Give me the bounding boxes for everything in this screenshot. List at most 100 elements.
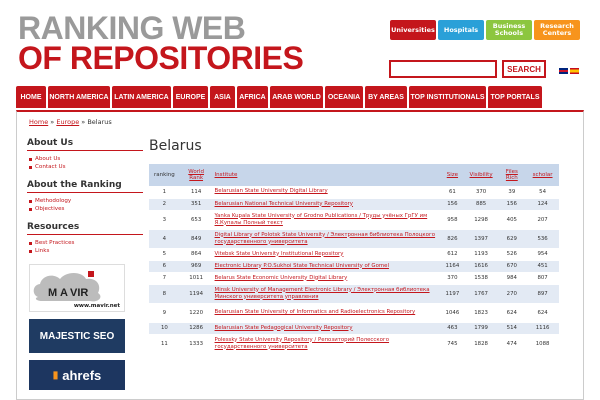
cell-visibility: 1799 xyxy=(464,322,498,335)
nav-europe[interactable]: EUROPE xyxy=(173,86,208,108)
institution-link[interactable]: Vitebsk State University Institutional R… xyxy=(212,248,441,261)
institution-link[interactable]: Yanka Kupala State University of Grodno … xyxy=(212,210,441,230)
nav-top-portals[interactable]: TOP PORTALS xyxy=(488,86,542,108)
institution-link[interactable]: Belarusian State University of Informati… xyxy=(212,303,441,323)
top-tabs: Universities Hospitals Business Schools … xyxy=(390,20,580,40)
nav-top-institutionals[interactable]: TOP INSTITUTIONALS xyxy=(409,86,486,108)
table-row: 7 1011 Belarus State Economic University D… xyxy=(149,272,559,285)
cell-files-rich: 629 xyxy=(497,229,527,249)
cell-world-rank: 351 xyxy=(179,198,213,211)
mavir-url: www.mavir.net xyxy=(73,303,120,309)
tab-research-centers[interactable]: Research Centers xyxy=(534,20,580,40)
nav-by-areas[interactable]: BY AREAS xyxy=(365,86,407,108)
col-institute[interactable]: Institute xyxy=(212,164,441,186)
cell-size: 1197 xyxy=(440,284,465,304)
cell-ranking: 1 xyxy=(149,186,180,199)
institution-link[interactable]: Belarus State Economic University Digita… xyxy=(212,272,441,285)
cell-world-rank: 1194 xyxy=(179,284,213,304)
table-row: 9 1220 Belarusian State University of Info… xyxy=(149,303,559,323)
cell-visibility: 1823 xyxy=(464,303,498,323)
cell-files-rich: 526 xyxy=(497,248,527,261)
col-files-rich-link[interactable]: Files Rich xyxy=(506,169,518,181)
institution-link[interactable]: Belarusian State Pedagogical University … xyxy=(212,322,441,335)
col-scholar[interactable]: scholar xyxy=(526,164,559,186)
nav-asia[interactable]: ASIA xyxy=(210,86,235,108)
majestic-seo-banner[interactable]: MAJESTIC SEO xyxy=(29,319,125,353)
col-ranking: ranking xyxy=(149,164,180,186)
col-scholar-link[interactable]: scholar xyxy=(533,172,553,178)
cell-size: 1046 xyxy=(440,303,465,323)
tab-universities[interactable]: Universities xyxy=(390,20,436,40)
nav-north-america[interactable]: NORTH AMERICA xyxy=(48,86,110,108)
search-button[interactable]: SEARCH xyxy=(502,60,546,78)
sidebar-link-contact-us[interactable]: Contact Us xyxy=(27,163,143,171)
institution-link[interactable]: Minsk University of Management Electroni… xyxy=(212,284,441,304)
cell-files-rich: 270 xyxy=(497,284,527,304)
institution-link[interactable]: Digital Library of Polotsk State Univers… xyxy=(212,229,441,249)
spanish-flag-icon[interactable] xyxy=(570,68,579,74)
cell-files-rich: 984 xyxy=(497,272,527,285)
institution-link[interactable]: Belarusian State University Digital Libr… xyxy=(212,186,441,199)
col-files-rich[interactable]: Files Rich xyxy=(497,164,527,186)
nav-oceania[interactable]: OCEANIA xyxy=(325,86,363,108)
cell-scholar: 1088 xyxy=(526,334,559,354)
table-row: 3 653 Yanka Kupala State University of Gro… xyxy=(149,210,559,230)
col-visibility[interactable]: Visibility xyxy=(464,164,498,186)
cell-visibility: 1616 xyxy=(464,260,498,273)
ranking-table: ranking World Rank Institute Size Visibi… xyxy=(149,164,559,354)
col-world-rank[interactable]: World Rank xyxy=(179,164,213,186)
search-input[interactable] xyxy=(389,60,497,78)
sidebar-link-best-practices[interactable]: Best Practices xyxy=(27,239,143,247)
sidebar-link-links[interactable]: Links xyxy=(27,247,143,255)
sidebar-link-objectives[interactable]: Objectives xyxy=(27,205,143,213)
nav-arab-world[interactable]: ARAB WORLD xyxy=(270,86,323,108)
table-row: 1 114 Belarusian State University Digital … xyxy=(149,186,559,199)
cell-visibility: 1828 xyxy=(464,334,498,354)
breadcrumb-home[interactable]: Home xyxy=(29,118,48,126)
cell-scholar: 897 xyxy=(526,284,559,304)
col-world-rank-link[interactable]: World Rank xyxy=(188,169,204,181)
cell-visibility: 1193 xyxy=(464,248,498,261)
col-visibility-link[interactable]: Visibility xyxy=(470,172,493,178)
table-row: 2 351 Belarusian National Technical Univer… xyxy=(149,198,559,211)
site-logo[interactable]: RANKING WEB OF REPOSITORIES xyxy=(18,12,304,74)
cell-ranking: 7 xyxy=(149,272,180,285)
main-content: Belarus ranking World Rank Institute Siz… xyxy=(149,138,563,354)
sidebar: About Us About Us Contact Us About the R… xyxy=(27,138,143,397)
cell-size: 156 xyxy=(440,198,465,211)
table-row: 10 1286 Belarusian State Pedagogical Unive… xyxy=(149,322,559,335)
cell-world-rank: 114 xyxy=(179,186,213,199)
cell-visibility: 1397 xyxy=(464,229,498,249)
col-institute-link[interactable]: Institute xyxy=(215,172,238,178)
col-size[interactable]: Size xyxy=(440,164,465,186)
cell-size: 612 xyxy=(440,248,465,261)
nav-latin-america[interactable]: LATIN AMERICA xyxy=(112,86,171,108)
english-flag-icon[interactable] xyxy=(559,68,568,74)
cell-scholar: 536 xyxy=(526,229,559,249)
ahrefs-bars-icon: ▮ xyxy=(52,369,59,381)
sidebar-link-about-us[interactable]: About Us xyxy=(27,155,143,163)
cell-ranking: 6 xyxy=(149,260,180,273)
cell-visibility: 370 xyxy=(464,186,498,199)
institution-link[interactable]: Belarusian National Technical University… xyxy=(212,198,441,211)
cell-scholar: 624 xyxy=(526,303,559,323)
sidebar-link-methodology[interactable]: Methodology xyxy=(27,197,143,205)
cell-scholar: 124 xyxy=(526,198,559,211)
breadcrumb-europe[interactable]: Europe xyxy=(56,118,79,126)
cell-ranking: 3 xyxy=(149,210,180,230)
tab-business-schools[interactable]: Business Schools xyxy=(486,20,532,40)
col-size-link[interactable]: Size xyxy=(447,172,458,178)
cell-scholar: 807 xyxy=(526,272,559,285)
nav-africa[interactable]: AFRICA xyxy=(237,86,268,108)
cell-files-rich: 514 xyxy=(497,322,527,335)
mavir-banner[interactable]: M A VIR www.mavir.net xyxy=(29,264,125,312)
tab-hospitals[interactable]: Hospitals xyxy=(438,20,484,40)
table-row: 8 1194 Minsk University of Management Elec… xyxy=(149,284,559,304)
cell-size: 463 xyxy=(440,322,465,335)
institution-link[interactable]: Polessky State University Repository / Р… xyxy=(212,334,441,354)
ahrefs-banner[interactable]: ▮ ahrefs xyxy=(29,360,125,390)
nav-home[interactable]: HOME xyxy=(16,86,46,108)
cell-files-rich: 156 xyxy=(497,198,527,211)
institution-link[interactable]: Electronic Library P.O.Sukhoi State Tech… xyxy=(212,260,441,273)
cell-ranking: 11 xyxy=(149,334,180,354)
